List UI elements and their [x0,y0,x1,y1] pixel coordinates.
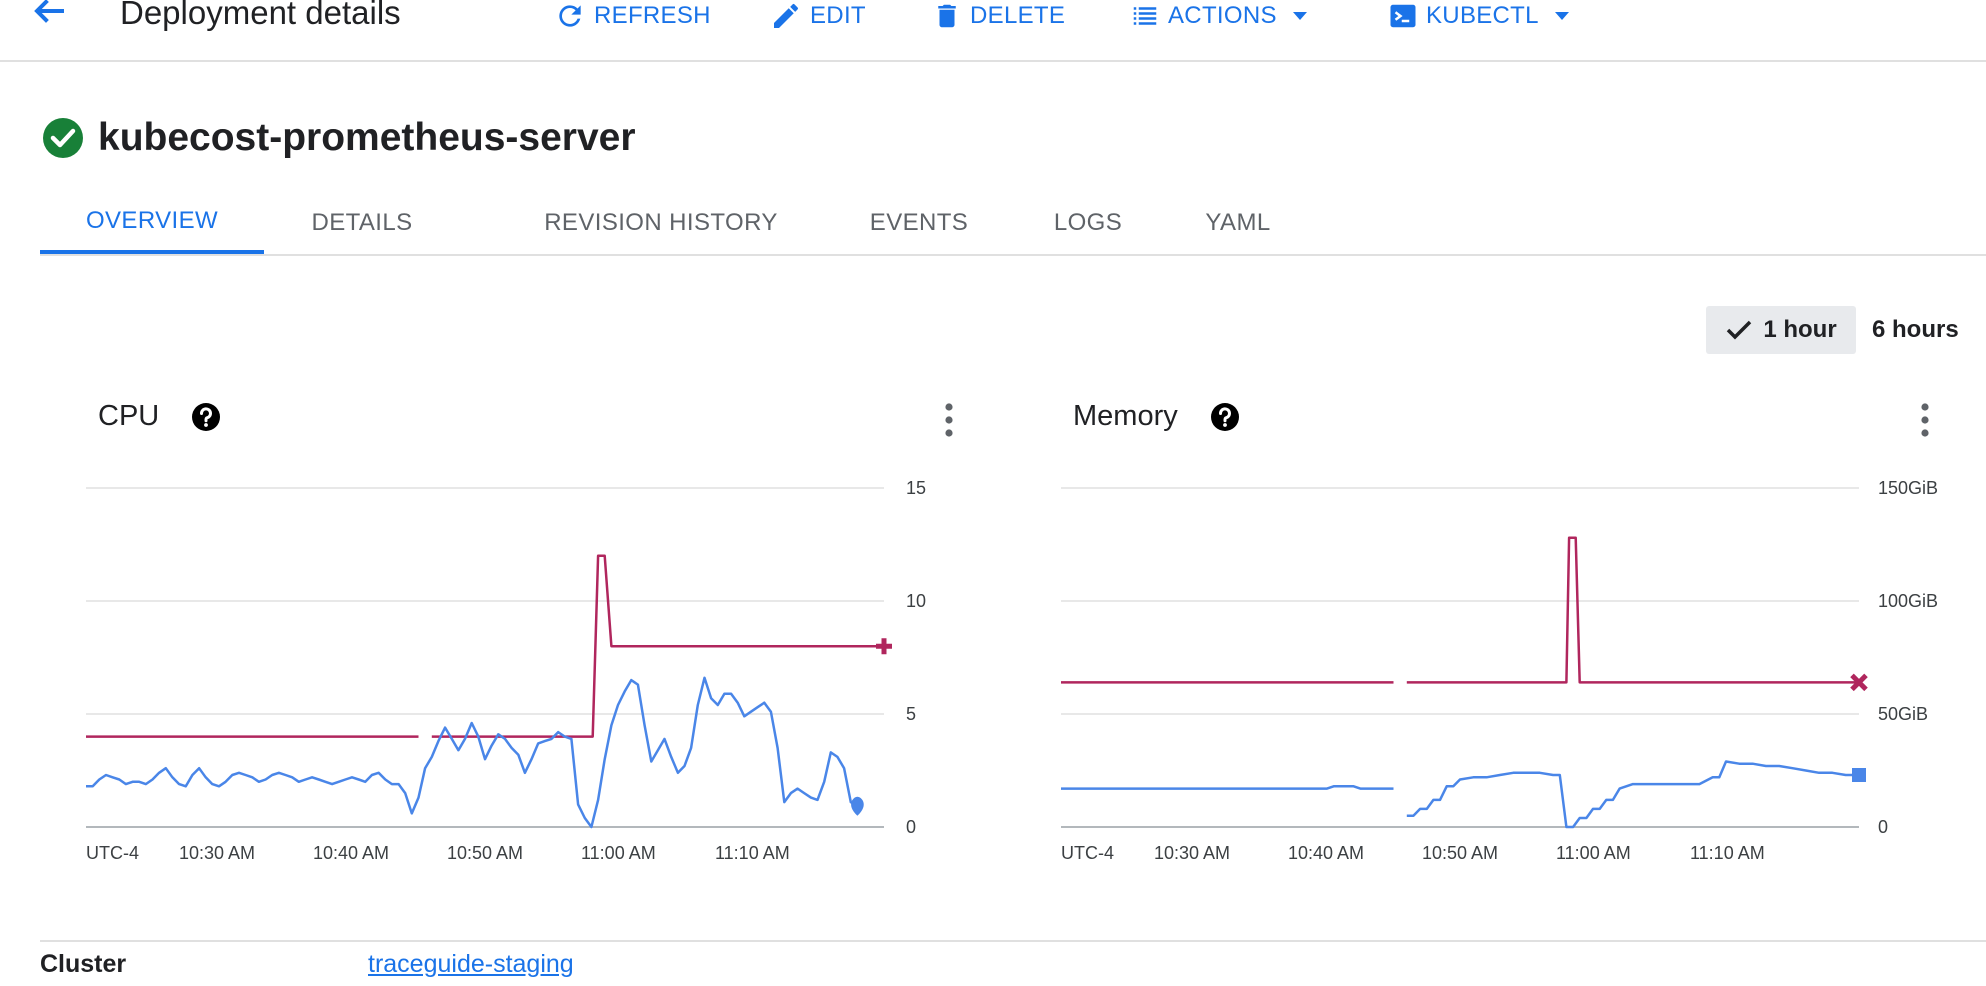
tab-events[interactable]: EVENTS [814,192,1024,254]
tab-overview[interactable]: OVERVIEW [40,192,264,254]
memory-y-tick-label: 150GiB [1878,478,1938,498]
edit-pencil-icon [774,3,799,28]
cpu-y-tick-label: 15 [906,478,926,498]
delete-label: DELETE [970,2,1066,29]
cpu-chart: 15 10 5 0 UTC-4 10:30 AM 10:40 AM 10:50 AM 11:00… [86,478,926,863]
range-6-hours-label: 6 hours [1872,316,1959,343]
memory-card-header: Memory [1073,400,1240,433]
memory-x-tick-label: UTC-4 [1061,843,1114,863]
help-icon[interactable] [191,402,221,432]
cpu-chart-title: CPU [98,400,160,432]
memory-square-marker [1852,768,1866,782]
edit-label: EDIT [810,2,866,29]
memory-chart-title: Memory [1073,400,1178,432]
cpu-x-tick-label: 10:50 AM [447,843,523,863]
refresh-icon [559,5,581,27]
checkmark-icon [1727,320,1752,340]
resource-name: kubecost-prometheus-server [98,116,636,159]
cpu-card-header: CPU [98,400,221,433]
cpu-plus-marker [876,638,892,655]
cpu-x-tick-label: 10:40 AM [313,843,389,863]
caret-down-icon [1554,12,1569,20]
cpu-drop-marker [851,796,864,816]
memory-series-line [1061,536,1859,684]
resource-header: kubecost-prometheus-server [42,116,636,160]
actions-label: ACTIONS [1168,2,1277,29]
memory-x-tick-label: 11:10 AM [1690,843,1765,863]
caret-down-icon [1292,12,1307,20]
edit-button[interactable]: EDIT [770,0,866,36]
kubectl-label: KUBECTL [1426,2,1539,29]
tab-details[interactable]: DETAILS [280,192,444,254]
help-icon[interactable] [1210,402,1240,432]
page-title: Deployment details [120,0,401,31]
memory-chart: 150GiB 100GiB 50GiB 0 UTC-4 10:30 AM 10:40 AM 1… [1061,478,1938,863]
kubectl-menu-button[interactable]: KUBECTL [1388,0,1569,36]
cpu-y-tick-label: 5 [906,704,916,724]
trash-icon [938,4,956,28]
cluster-label: Cluster [40,950,127,978]
range-1-hour-label: 1 hour [1763,316,1837,343]
refresh-button[interactable]: REFRESH [554,0,711,36]
memory-x-tick-label: 10:40 AM [1288,843,1364,863]
refresh-label: REFRESH [594,2,711,29]
check-circle-icon [43,118,83,158]
tab-revision-history[interactable]: REVISION HISTORY [496,192,826,254]
top-toolbar: Deployment details REFRESH EDIT DELETE A… [0,0,1986,62]
list-icon [1133,7,1157,25]
tab-bar: OVERVIEW DETAILS REVISION HISTORY EVENTS… [40,192,1986,256]
section-divider [40,940,1986,942]
memory-x-tick-label: 11:00 AM [1556,843,1631,863]
cpu-series-line [86,554,884,738]
tab-yaml[interactable]: YAML [1158,192,1318,254]
cpu-x-tick-label: 11:00 AM [581,843,656,863]
cpu-x-tick-label: 10:30 AM [179,843,255,863]
actions-menu-button[interactable]: ACTIONS [1130,0,1307,36]
memory-more-options-icon[interactable] [1915,402,1935,438]
range-1-hour-button[interactable]: 1 hour [1706,306,1856,354]
cpu-y-tick-label: 10 [906,591,926,611]
tab-logs[interactable]: LOGS [1008,192,1168,254]
memory-y-tick-label: 0 [1878,817,1888,837]
arrow-back-icon [34,0,64,23]
cpu-x-tick-label: 11:10 AM [715,843,790,863]
memory-x-tick-label: 10:50 AM [1422,843,1498,863]
memory-y-tick-label: 50GiB [1878,704,1928,724]
memory-y-tick-label: 100GiB [1878,591,1938,611]
back-button[interactable] [26,0,72,38]
memory-x-tick-label: 10:30 AM [1154,843,1230,863]
delete-button[interactable]: DELETE [932,0,1065,36]
cpu-y-tick-label: 0 [906,817,916,837]
range-6-hours-button[interactable]: 6 hours [1872,306,1982,354]
cpu-x-tick-label: UTC-4 [86,843,139,863]
memory-series-line [1061,760,1859,829]
cluster-link[interactable]: traceguide-staging [368,950,574,979]
terminal-icon [1390,4,1416,28]
cpu-more-options-icon[interactable] [939,402,959,438]
cpu-series-line [86,676,859,829]
